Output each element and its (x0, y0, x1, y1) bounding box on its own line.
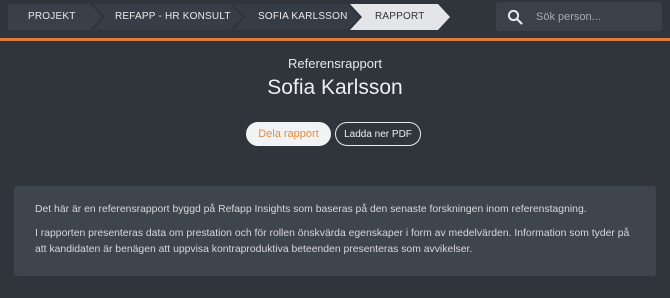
breadcrumb-label: PROJEKT (28, 11, 76, 22)
search-box[interactable] (496, 2, 662, 31)
info-panel: Det här är en referensrapport byggd på R… (14, 186, 656, 276)
top-bar: PROJEKT REFAPP - HR KONSULT SOFIA KARLSS… (0, 0, 670, 38)
breadcrumb-item-candidate[interactable]: SOFIA KARLSSON (233, 4, 359, 30)
breadcrumb: PROJEKT REFAPP - HR KONSULT SOFIA KARLSS… (8, 4, 441, 30)
accent-divider (0, 38, 670, 41)
search-input[interactable] (536, 7, 654, 26)
info-paragraph: Det här är en referensrapport byggd på R… (35, 204, 587, 215)
search-icon[interactable] (507, 9, 523, 25)
download-pdf-button[interactable]: Ladda ner PDF (335, 122, 421, 146)
breadcrumb-label: RAPPORT (375, 11, 425, 22)
share-report-button[interactable]: Dela rapport (246, 122, 331, 146)
report-subtitle: Referensrapport (288, 56, 382, 71)
breadcrumb-label: REFAPP - HR KONSULT (115, 11, 231, 22)
breadcrumb-item-refapp[interactable]: REFAPP - HR KONSULT (93, 4, 242, 30)
candidate-name: Sofia Karlsson (267, 76, 403, 99)
breadcrumb-item-projekt[interactable]: PROJEKT (8, 4, 102, 30)
breadcrumb-item-rapport-active[interactable]: RAPPORT (350, 4, 450, 30)
info-paragraph: I rapporten presenteras data om prestati… (35, 228, 630, 255)
breadcrumb-label: SOFIA KARLSSON (258, 11, 348, 22)
